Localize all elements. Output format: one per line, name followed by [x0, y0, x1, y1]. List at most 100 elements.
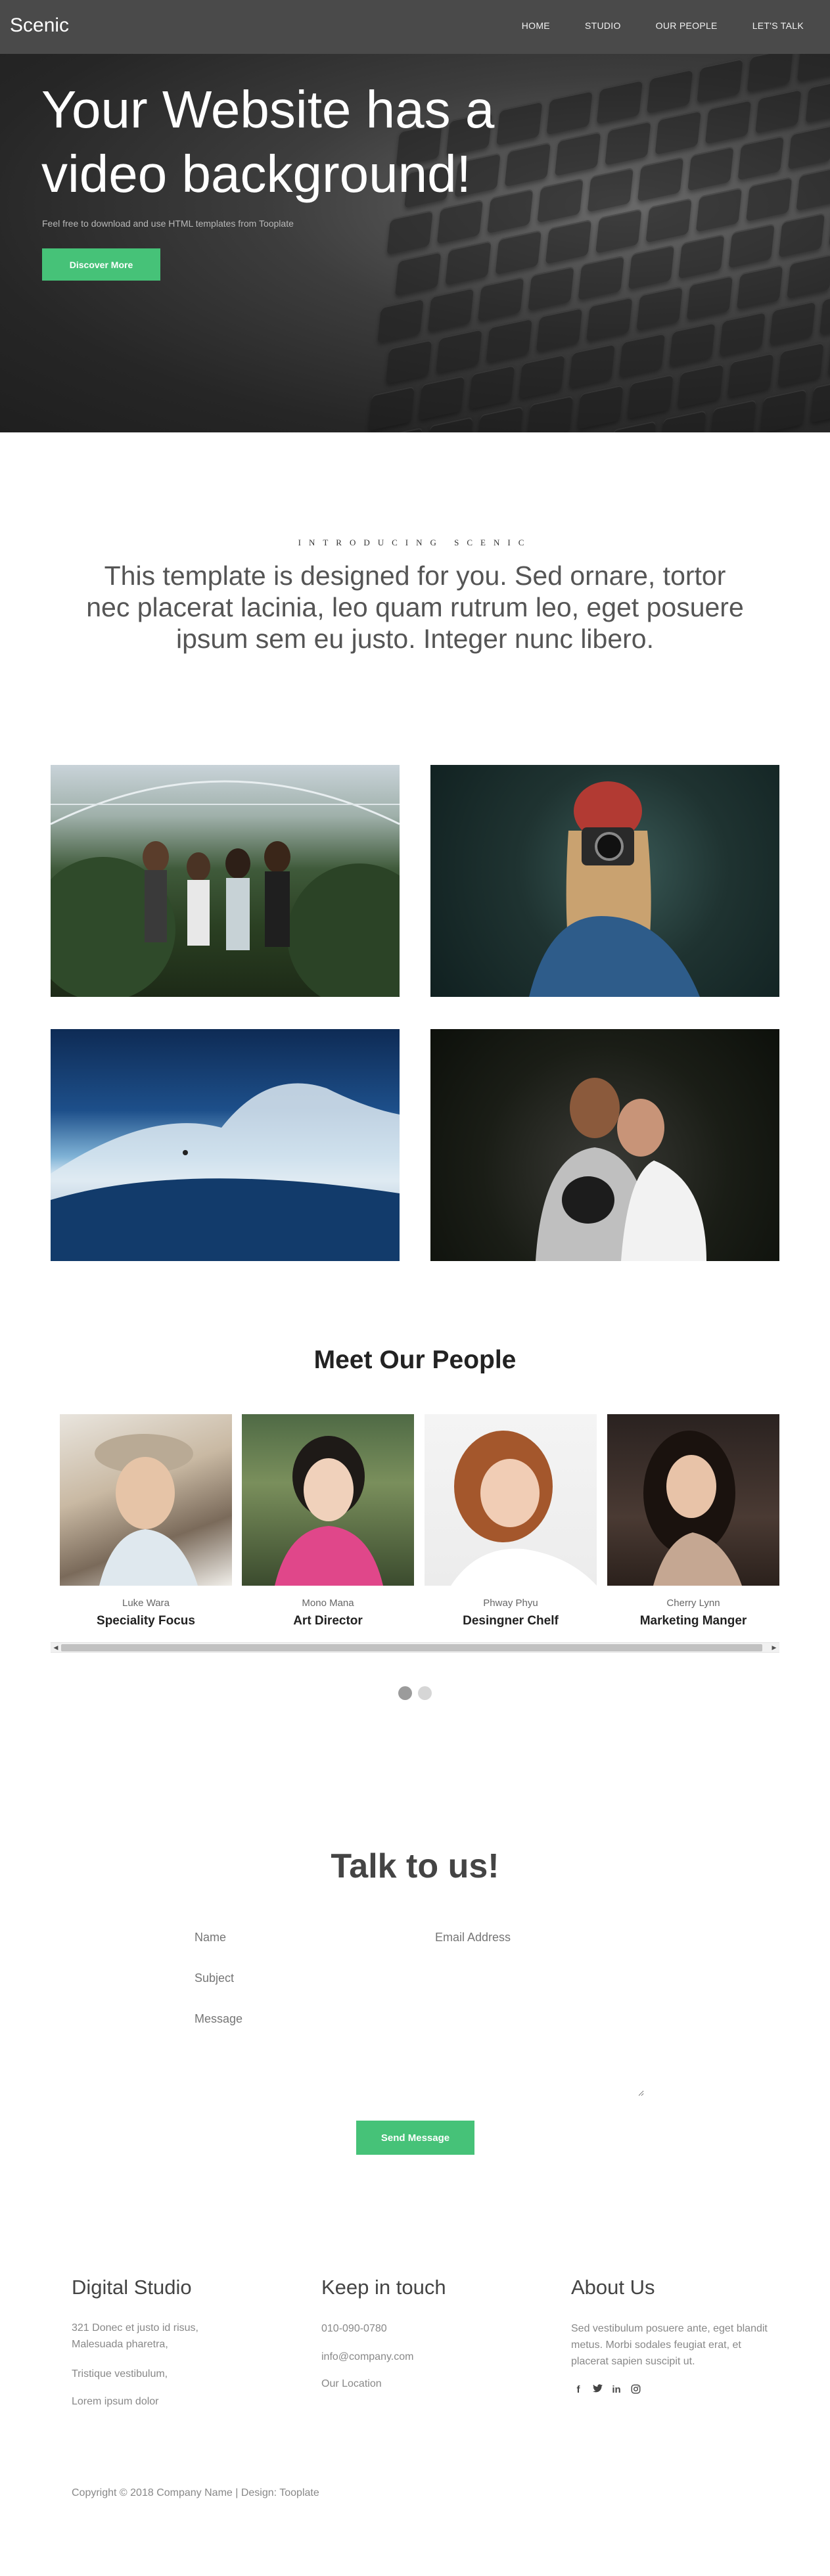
person-role: Speciality Focus — [97, 1614, 195, 1628]
person-photo — [607, 1414, 779, 1586]
social-links: f in — [573, 2384, 641, 2397]
people-carousel-scrollbar[interactable]: ◀ ▶ — [51, 1642, 779, 1653]
gallery-photo-couple[interactable] — [430, 1029, 779, 1261]
footer-address-line2: Tristique vestibulum, — [72, 2368, 168, 2380]
footer-phone[interactable]: 010-090-0780 — [321, 2320, 387, 2337]
person-card[interactable]: Mono Mana Art Director — [242, 1414, 414, 1628]
keyboard-key-decoration — [578, 255, 624, 300]
keyboard-key-decoration — [760, 388, 806, 432]
keyboard-key-decoration — [678, 234, 725, 279]
person-name: Cherry Lynn — [666, 1598, 720, 1609]
keyboard-key-decoration — [778, 212, 825, 258]
keyboard-key-decoration — [637, 156, 684, 202]
person-card[interactable]: Luke Wara Speciality Focus — [60, 1414, 232, 1628]
keyboard-key-decoration — [476, 405, 523, 432]
top-navbar: Scenic HOME STUDIO OUR PEOPLE LET'S TALK — [0, 0, 830, 54]
subject-input[interactable] — [195, 1971, 648, 1985]
person-role: Marketing Manger — [639, 1614, 747, 1628]
intro-kicker: INTRODUCING SCENIC — [298, 538, 532, 547]
keyboard-key-decoration — [697, 58, 743, 103]
keyboard-key-decoration — [628, 244, 675, 290]
brand-logo[interactable]: Scenic — [10, 14, 69, 37]
keyboard-key-decoration — [769, 300, 816, 346]
keyboard-key-decoration — [377, 298, 424, 343]
footer-keep-in-touch-title: Keep in touch — [321, 2276, 446, 2299]
footer-studio-title: Digital Studio — [72, 2276, 192, 2299]
person-card[interactable]: Cherry Lynn Marketing Manger — [607, 1414, 779, 1628]
facebook-icon[interactable]: f — [573, 2384, 584, 2397]
hero-subtitle: Feel free to download and use HTML templ… — [42, 218, 294, 229]
footer-about-title: About Us — [571, 2276, 655, 2299]
email-input[interactable] — [435, 1931, 652, 1944]
keyboard-key-decoration — [710, 399, 756, 432]
footer-address-line3: Lorem ipsum dolor — [72, 2396, 159, 2407]
keyboard-key-decoration — [686, 275, 733, 321]
name-input[interactable] — [195, 1931, 411, 1944]
keyboard-key-decoration — [528, 265, 574, 311]
contact-title: Talk to us! — [331, 1847, 499, 1885]
hero-title: Your Website has a video background! — [41, 80, 495, 203]
keyboard-key-decoration — [386, 210, 433, 255]
keyboard-key-decoration — [609, 421, 657, 432]
footer-email-link[interactable]: info@company.com — [321, 2349, 413, 2365]
footer-address: 321 Donec et justo id risus, Malesuada p… — [72, 2322, 198, 2350]
carousel-dot[interactable] — [418, 1686, 432, 1700]
message-textarea[interactable] — [195, 2012, 644, 2096]
camera-girl-illustration — [529, 781, 700, 997]
intro-text: This template is designed for you. Sed o… — [86, 561, 744, 654]
main-nav: HOME STUDIO OUR PEOPLE LET'S TALK — [487, 20, 804, 31]
person-name: Mono Mana — [302, 1598, 354, 1609]
person-photo — [425, 1414, 597, 1586]
keyboard-key-decoration — [747, 54, 793, 93]
nav-lets-talk[interactable]: LET'S TALK — [752, 20, 804, 31]
keyboard-key-decoration — [796, 166, 830, 211]
footer-location-link[interactable]: Our Location — [321, 2376, 382, 2392]
gallery-photo-surfer-wave[interactable] — [51, 1029, 400, 1261]
keyboard-key-decoration — [787, 254, 830, 299]
keyboard-key-decoration — [526, 395, 574, 432]
keyboard-key-decoration — [545, 219, 592, 264]
keyboard-key-decoration — [645, 198, 692, 243]
keyboard-key-decoration — [427, 416, 473, 432]
gallery-photo-camera-girl[interactable] — [430, 765, 779, 997]
nav-home[interactable]: HOME — [522, 20, 550, 31]
keyboard-key-decoration — [559, 431, 606, 432]
wave-illustration — [51, 1083, 400, 1261]
instagram-icon[interactable] — [630, 2384, 641, 2397]
person-photo — [60, 1414, 232, 1586]
keyboard-key-decoration — [577, 384, 624, 430]
person-card[interactable]: Phway Phyu Desingner Chelf — [425, 1414, 597, 1628]
footer-copyright: Copyright © 2018 Company Name | Design: … — [72, 2487, 319, 2498]
linkedin-icon[interactable]: in — [611, 2384, 622, 2397]
scroll-left-arrow-icon[interactable]: ◀ — [51, 1643, 60, 1652]
gallery-photo-greenhouse[interactable] — [51, 765, 400, 997]
nav-studio[interactable]: STUDIO — [585, 20, 621, 31]
nav-our-people[interactable]: OUR PEOPLE — [656, 20, 718, 31]
carousel-dot-active[interactable] — [398, 1686, 412, 1700]
twitter-icon[interactable] — [592, 2384, 603, 2397]
keyboard-key-decoration — [418, 375, 465, 421]
keyboard-key-decoration — [519, 354, 565, 399]
couple-illustration — [536, 1078, 706, 1261]
keyboard-key-decoration — [719, 311, 766, 356]
keyboard-key-decoration — [727, 352, 774, 398]
keyboard-key-decoration — [486, 317, 532, 363]
keyboard-key-decoration — [755, 89, 802, 134]
scroll-right-arrow-icon[interactable]: ▶ — [770, 1643, 779, 1652]
keyboard-key-decoration — [376, 427, 423, 432]
keyboard-key-decoration — [478, 277, 524, 322]
send-message-button[interactable]: Send Message — [356, 2121, 474, 2155]
person-photo — [242, 1414, 414, 1586]
keyboard-key-decoration — [669, 322, 716, 367]
person-role: Art Director — [293, 1614, 363, 1628]
keyboard-key-decoration — [737, 135, 784, 181]
keyboard-key-decoration — [618, 333, 666, 378]
keyboard-key-decoration — [819, 290, 830, 335]
discover-more-button[interactable]: Discover More — [42, 248, 160, 281]
keyboard-key-decoration — [636, 286, 683, 331]
keyboard-key-decoration — [695, 187, 743, 233]
keyboard-key-decoration — [586, 296, 633, 342]
keyboard-key-decoration — [568, 343, 615, 388]
keyboard-key-decoration — [796, 54, 830, 82]
scrollbar-thumb[interactable] — [61, 1644, 762, 1651]
